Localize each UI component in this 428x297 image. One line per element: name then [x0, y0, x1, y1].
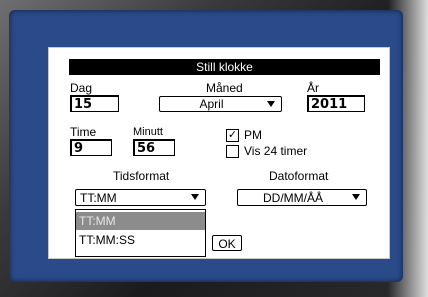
pm-checkbox[interactable]: ✓: [226, 129, 239, 142]
minute-field[interactable]: 56: [133, 139, 175, 156]
dialog-title: Still klokke: [69, 59, 380, 75]
year-label: År: [307, 81, 319, 95]
lcd-screen: Still klokke Dag 15 Måned April År 2011 …: [9, 10, 403, 282]
year-field[interactable]: 2011: [307, 95, 365, 112]
time-format-dropdown: TT:MM TT:MM:SS: [75, 209, 206, 257]
set-clock-dialog: Still klokke Dag 15 Måned April År 2011 …: [48, 47, 390, 259]
hour-label: Time: [70, 125, 97, 139]
time-format-select[interactable]: TT:MM: [75, 189, 206, 206]
pm-label: PM: [244, 128, 262, 142]
time-format-option[interactable]: TT:MM:SS: [76, 231, 205, 249]
minute-label: Minutt: [133, 126, 163, 138]
time-format-label: Tidsformat: [113, 169, 170, 183]
day-label: Dag: [70, 81, 93, 95]
chevron-down-icon: [191, 194, 199, 200]
month-select[interactable]: April: [159, 96, 282, 112]
date-format-label: Datoformat: [269, 169, 329, 183]
hour-field[interactable]: 9: [70, 139, 112, 156]
show-24h-label: Vis 24 timer: [244, 144, 308, 158]
month-label: Måned: [206, 81, 243, 95]
time-format-value: TT:MM: [80, 191, 117, 205]
month-value: April: [199, 97, 224, 111]
date-format-value: DD/MM/ÅÅ: [263, 191, 323, 205]
ok-button[interactable]: OK: [212, 235, 242, 251]
show-24h-checkbox[interactable]: [226, 145, 239, 158]
date-format-select[interactable]: DD/MM/ÅÅ: [237, 189, 367, 206]
chevron-down-icon: [352, 194, 360, 200]
chevron-down-icon: [267, 101, 275, 107]
time-format-option[interactable]: TT:MM: [76, 212, 205, 230]
day-field[interactable]: 15: [70, 95, 119, 112]
